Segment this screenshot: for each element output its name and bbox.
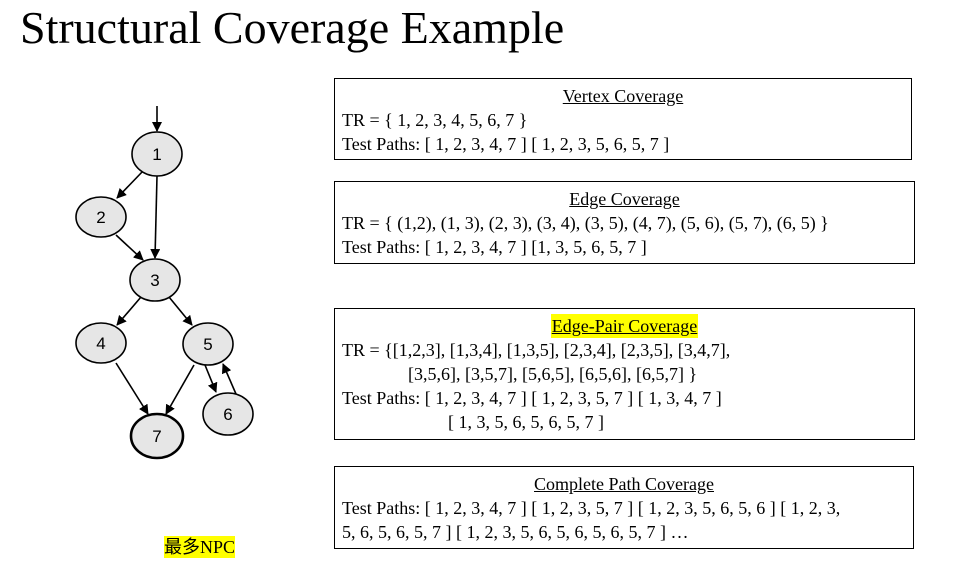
edge-coverage-paths: Test Paths: [ 1, 2, 3, 4, 7 ] [1, 3, 5, … [342,237,647,257]
edge-coverage-box: Edge Coverage TR = { (1,2), (1, 3), (2, … [334,181,915,264]
vertex-coverage-box: Vertex Coverage TR = { 1, 2, 3, 4, 5, 6,… [334,78,912,160]
node-1-label: 1 [152,145,161,164]
node-5-label: 5 [203,335,212,354]
complete-path-coverage-box: Complete Path Coverage Test Paths: [ 1, … [334,466,914,549]
edge-3-5 [168,296,193,326]
edge-5-7 [165,364,195,415]
vertex-coverage-heading: Vertex Coverage [562,86,684,106]
node-7-label: 7 [152,427,161,446]
node-6-label: 6 [223,405,232,424]
node-2-label: 2 [96,208,105,227]
node-6: 6 [202,392,254,436]
edge-3-4 [116,296,142,326]
vertex-coverage-paths: Test Paths: [ 1, 2, 3, 4, 7 ] [ 1, 2, 3,… [342,134,670,154]
edge-6-5 [221,363,237,395]
node-3: 3 [129,258,181,302]
edge-1-3 [150,175,161,259]
node-2: 2 [75,196,127,238]
node-4: 4 [75,322,127,364]
edge-coverage-heading: Edge Coverage [569,189,680,209]
complete-path-paths-line-1: Test Paths: [ 1, 2, 3, 4, 7 ] [ 1, 2, 3,… [342,498,841,518]
edge-pair-paths-line-1: Test Paths: [ 1, 2, 3, 4, 7 ] [ 1, 2, 3,… [342,388,722,408]
edge-pair-tr-line-1: TR = {[1,2,3], [1,3,4], [1,3,5], [2,3,4]… [342,340,731,360]
npc-note: 最多NPC [164,536,236,558]
edge-pair-paths-line-2: [ 1, 3, 5, 6, 5, 6, 5, 7 ] [448,412,604,432]
edge-2-3 [115,234,144,261]
edge-pair-coverage-heading: Edge-Pair Coverage [550,314,699,338]
edge-1-2 [116,170,144,199]
control-flow-graph: 1 2 3 4 5 6 7 [75,106,254,460]
edge-coverage-tr: TR = { (1,2), (1, 3), (2, 3), (3, 4), (3… [342,213,829,233]
node-7: 7 [129,412,185,460]
node-3-label: 3 [150,271,159,290]
node-5: 5 [182,322,234,366]
edge-pair-coverage-box: Edge-Pair Coverage TR = {[1,2,3], [1,3,4… [334,308,915,440]
edge-4-7 [115,362,149,415]
edge-5-6 [204,364,218,393]
node-4-label: 4 [96,334,105,353]
edge-pair-tr-line-2: [3,5,6], [3,5,7], [5,6,5], [6,5,6], [6,5… [408,364,698,384]
vertex-coverage-tr: TR = { 1, 2, 3, 4, 5, 6, 7 } [342,110,528,130]
complete-path-paths-line-2: 5, 6, 5, 6, 5, 7 ] [ 1, 2, 3, 5, 6, 5, 6… [342,522,689,542]
node-1: 1 [131,131,183,177]
complete-path-coverage-heading: Complete Path Coverage [534,474,714,494]
